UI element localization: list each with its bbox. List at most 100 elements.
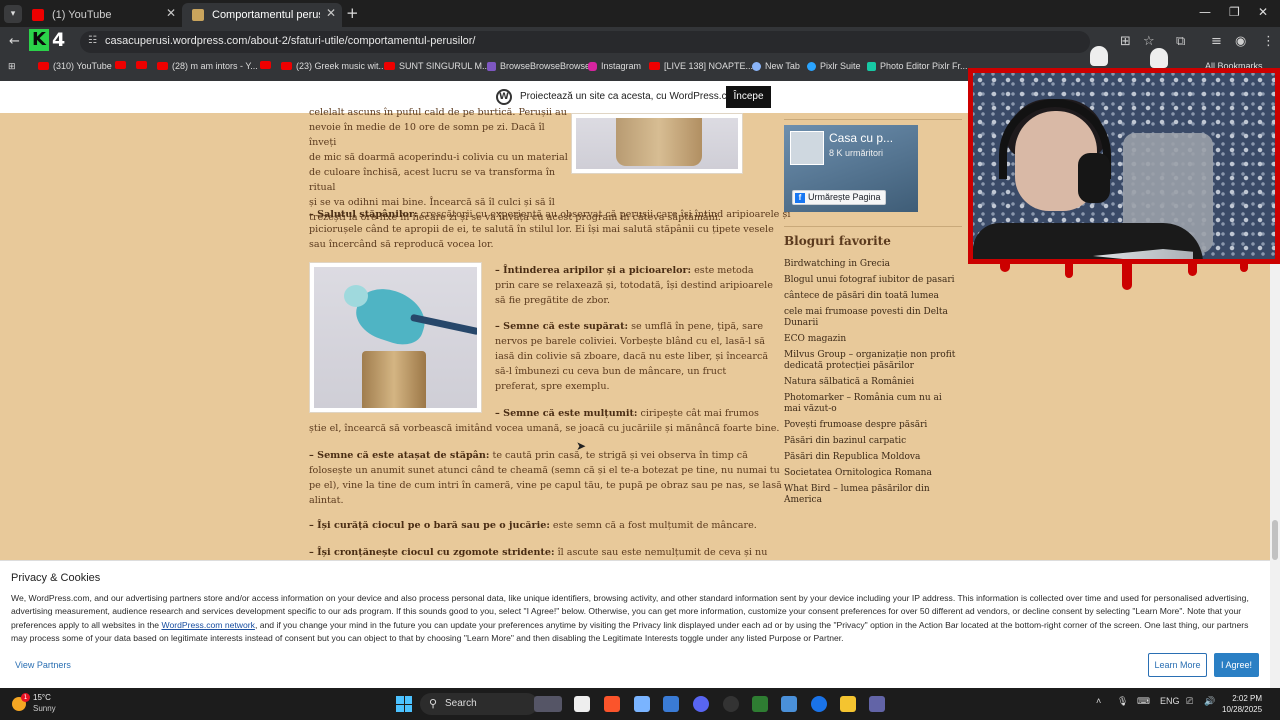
parakeet-photo-top (571, 113, 743, 174)
blog-link[interactable]: Blogul unui fotograf iubitor de pasari (784, 275, 956, 286)
bookmark-item[interactable]: (23) Greek music wit... (281, 61, 386, 71)
multumit-paragraph: – Semne că este mulțumit: ciripește cât … (309, 408, 780, 434)
scrollbar-thumb[interactable] (1272, 520, 1278, 560)
facebook-page-widget[interactable]: Casa cu p... 8 K urmăritori f Urmărește P… (784, 125, 918, 212)
youtube-icon (115, 61, 126, 69)
bookmark-item[interactable]: Photo Editor Pixlr Fr... (867, 61, 968, 71)
obs-icon[interactable] (723, 696, 739, 712)
intinderea-paragraph: – Întinderea aripilor și a picioarelor: … (495, 265, 773, 306)
learn-more-button[interactable]: Learn More (1148, 653, 1207, 677)
app-icon[interactable] (663, 696, 679, 712)
instagram-icon (588, 61, 597, 71)
minimize-icon[interactable]: — (1199, 5, 1211, 19)
media-icon[interactable]: ≡ (1211, 34, 1222, 49)
back-arrow-icon[interactable]: ← (9, 34, 20, 49)
tab-search-button[interactable]: ▾ (4, 5, 22, 23)
webcam-overlay (968, 68, 1280, 264)
start-button[interactable]: Începe (726, 86, 771, 108)
wordpress-network-link[interactable]: WordPress.com network (161, 620, 254, 630)
brave-icon[interactable] (604, 696, 620, 712)
blogroll-title: Bloguri favorite (784, 234, 891, 248)
network-icon[interactable]: ⎚ (1186, 696, 1193, 707)
blog-link[interactable]: cele mai frumoase povesti din Delta Duna… (784, 307, 956, 329)
bookmark-item[interactable]: BrowseBrowseBrowse (487, 61, 590, 71)
bookmark-item[interactable]: (310) YouTube (38, 61, 112, 71)
widgets-icon[interactable] (534, 696, 562, 712)
bookmark-item[interactable]: Instagram (588, 61, 641, 71)
youtube-icon (281, 62, 292, 70)
volume-icon[interactable]: 🔊 (1204, 696, 1215, 707)
windows-start-icon[interactable] (396, 696, 412, 712)
k4-logo: K4 (29, 29, 69, 53)
tab-bar: ▾ (1) YouTube ✕ Comportamentul perușilor… (0, 0, 1280, 27)
menu-icon[interactable]: ⋮ (1262, 34, 1275, 49)
file-explorer-icon[interactable] (574, 696, 590, 712)
blog-link[interactable]: cântece de păsări din toată lumea (784, 291, 956, 302)
youtube-icon (157, 62, 168, 70)
bookmark-item[interactable]: SUNT SINGURUL M... (384, 61, 490, 71)
tray-expand-icon[interactable]: ˄ (1096, 696, 1101, 706)
bookmark-item[interactable]: New Tab (752, 61, 800, 71)
temperature: 15°C (33, 693, 51, 702)
site-info-icon[interactable]: ☷ (88, 35, 97, 46)
apps-icon[interactable]: ⊞ (8, 61, 16, 72)
ghost-icon (1090, 46, 1108, 66)
url-text[interactable]: casacuperusi.wordpress.com/about-2/sfatu… (105, 35, 476, 47)
blog-link[interactable]: Birdwatching in Grecia (784, 259, 956, 270)
blog-link[interactable]: Photomarker – România cum nu ai mai văzu… (784, 393, 956, 415)
bookmark-item[interactable]: Pixlr Suite (807, 61, 861, 71)
bookmark-item[interactable]: (28) m am intors - Y... (157, 61, 258, 71)
sidebar-divider (784, 226, 962, 227)
close-window-icon[interactable]: ✕ (1258, 5, 1268, 19)
chrome-icon[interactable] (811, 696, 827, 712)
copilot-icon[interactable] (634, 696, 650, 712)
discord-icon[interactable] (693, 696, 709, 712)
fb-followers: 8 K urmăritori (829, 148, 884, 158)
blog-link[interactable]: Milvus Group – organizație non profit de… (784, 350, 956, 372)
youtube-icon (384, 62, 395, 70)
youtube-icon (32, 9, 44, 21)
view-partners-link[interactable]: View Partners (15, 660, 71, 670)
blog-link[interactable]: Păsări din bazinul carpatic (784, 436, 956, 447)
follow-page-button[interactable]: f Urmărește Pagina (792, 190, 886, 205)
folder-icon[interactable] (840, 696, 856, 712)
translate-icon[interactable]: ⊞ (1120, 34, 1131, 49)
bookmark-item[interactable]: [LIVE 138] NOAPTE... (649, 61, 753, 71)
calculator-icon[interactable] (752, 696, 768, 712)
blog-link[interactable]: What Bird – lumea păsărilor din America (784, 484, 956, 506)
close-tab-icon[interactable]: ✕ (166, 6, 176, 20)
teams-icon[interactable] (869, 696, 885, 712)
close-tab-icon[interactable]: ✕ (326, 6, 336, 20)
webcam-video (973, 73, 1275, 259)
keyboard-icon[interactable]: ⌨ (1137, 696, 1150, 707)
language-indicator[interactable]: ENG (1160, 696, 1180, 706)
blog-link[interactable]: Povești frumoase despre păsări (784, 420, 956, 431)
restore-icon[interactable]: ❐ (1229, 5, 1240, 19)
blog-link[interactable]: ECO magazin (784, 334, 956, 345)
wordpress-logo-icon: W (496, 89, 512, 105)
privacy-text: We, WordPress.com, and our advertising p… (11, 593, 1249, 644)
microphone-icon[interactable]: 🎙 (1117, 696, 1128, 707)
profile-icon[interactable]: ◉ (1235, 34, 1246, 49)
notification-badge: 1 (21, 693, 30, 702)
bookmark-item[interactable] (136, 61, 151, 69)
bookmark-item[interactable] (260, 61, 275, 69)
blog-link[interactable]: Societatea Ornitologica Romana (784, 468, 956, 479)
agree-button[interactable]: I Agree! (1214, 653, 1259, 677)
bookmark-item[interactable] (115, 61, 130, 69)
tab-comportamentul[interactable]: Comportamentul perușilor | Ca ✕ (182, 3, 342, 27)
taskbar-search[interactable]: ⚲ Search (420, 693, 538, 715)
new-tab-icon[interactable]: + (346, 4, 359, 22)
weather-condition: Sunny (33, 704, 56, 713)
bookmark-star-icon[interactable]: ☆ (1143, 34, 1155, 49)
globe-icon (752, 61, 761, 71)
address-bar[interactable]: ☷ casacuperusi.wordpress.com/about-2/sfa… (80, 31, 1090, 53)
extensions-icon[interactable]: ⧉ (1176, 34, 1185, 49)
fb-page-name[interactable]: Casa cu p... (829, 131, 893, 145)
app-icon[interactable] (781, 696, 797, 712)
clock[interactable]: 2:02 PM 10/28/2025 (1222, 693, 1262, 715)
salutul-paragraph: – Salutul stăpânilor: crescătorii cu exp… (309, 209, 791, 250)
blog-link[interactable]: Natura sălbatică a României (784, 377, 956, 388)
tab-youtube[interactable]: (1) YouTube ✕ (22, 3, 182, 27)
blog-link[interactable]: Păsări din Republica Moldova (784, 452, 956, 463)
